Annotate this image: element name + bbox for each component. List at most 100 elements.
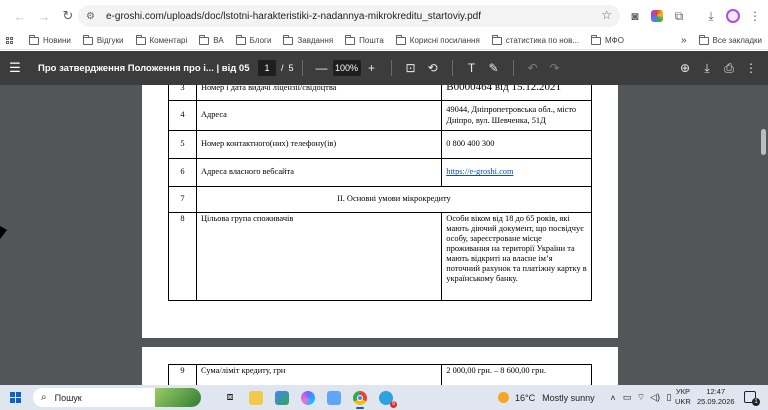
folder-icon (591, 34, 602, 45)
folder-icon (135, 34, 146, 45)
pdf-more-icon[interactable]: ⋮ (740, 61, 762, 75)
row-label: Адреса власного вебсайта (195, 158, 443, 187)
profile-icon[interactable] (722, 4, 744, 28)
fit-page-icon[interactable]: ⊡ (400, 61, 422, 75)
toolbar-divider (451, 60, 453, 76)
conditions-table: 9 Сума/ліміт кредиту, грн 2 000,00 грн. … (168, 364, 592, 385)
folder-icon (283, 34, 294, 45)
all-bookmarks-folder[interactable]: Все закладки (693, 32, 768, 50)
pdf-viewer[interactable]: 3 Номер і дата видачі ліцензії/свідоцтва… (0, 85, 768, 385)
zoom-out-button[interactable]: — (311, 61, 333, 75)
zoom-in-button[interactable]: + (361, 61, 383, 75)
row-number: 5 (168, 130, 197, 159)
network-icon[interactable]: ⌔ (634, 392, 648, 403)
tray-app-icon[interactable]: ▭ (620, 392, 634, 403)
section-heading: ІІ. Основні умови мікрокредиту (195, 186, 593, 213)
row-value: В0000464 від 15.12.2021 (441, 85, 592, 101)
pdf-page: 3 Номер і дата видачі ліцензії/свідоцтва… (142, 85, 618, 338)
camera-icon[interactable]: ◙ (624, 4, 646, 28)
row-value: 49044, Дніпропетровська обл., місто Дніп… (441, 100, 592, 131)
redo-icon[interactable]: ↷ (544, 61, 566, 75)
omnibox[interactable]: ⚙ e-groshi.com/uploads/doc/lstotni-harak… (78, 5, 620, 27)
file-explorer-icon[interactable] (245, 387, 267, 409)
back-icon[interactable]: ← (8, 4, 32, 28)
table-row: 3 Номер і дата видачі ліцензії/свідоцтва… (168, 85, 592, 101)
pdf-toolbar: ☰ Про затвердження Положення про і... | … (0, 51, 768, 85)
bookmark-folder[interactable]: Коментарі (130, 32, 194, 50)
bookmark-folder[interactable]: Новини (23, 32, 77, 50)
row-label: Номер контактного(них) телефону(ів) (195, 130, 443, 159)
folder-icon (491, 34, 502, 45)
puzzle-icon[interactable]: ⧉ (668, 4, 690, 28)
task-view-icon[interactable]: ⧈ (219, 387, 241, 409)
bookmark-folder[interactable]: МФО (585, 32, 630, 50)
row-value: 2 000,00 грн. – 8 600,00 грн. (441, 364, 592, 385)
extension-icon[interactable] (646, 4, 668, 28)
site-info-icon[interactable]: ⚙ (86, 11, 100, 22)
hamburger-menu-icon[interactable]: ☰ (0, 60, 30, 76)
draw-icon[interactable]: ✎ (483, 61, 505, 75)
add-to-drive-icon[interactable]: ⊕ (674, 61, 696, 75)
folder-icon (82, 34, 93, 45)
forward-icon[interactable]: → (32, 4, 56, 28)
bookmark-folder[interactable]: Блоги (230, 32, 278, 50)
row-value: Особи віком від 18 до 65 років, які мают… (441, 212, 592, 301)
bookmark-folder[interactable]: ВА (193, 32, 229, 50)
table-row: 4 Адреса 49044, Дніпропетровська обл., м… (168, 100, 592, 131)
system-tray: ˄ ▭ ⌔ ◁) ▯ (606, 385, 676, 410)
zoom-input[interactable]: 100% (332, 60, 361, 76)
battery-icon[interactable]: ▯ (662, 392, 676, 403)
scrollbar-thumb[interactable] (761, 129, 766, 155)
rotate-icon[interactable]: ⟲ (422, 61, 444, 75)
telegram-badge: 9 (389, 400, 397, 408)
notifications-icon[interactable]: 1 (744, 391, 760, 406)
weather-widget[interactable]: 16°C Mostly sunny (498, 385, 595, 410)
row-number: 6 (168, 158, 197, 187)
speaker-icon[interactable]: ◁) (648, 392, 662, 403)
menu-dots-icon[interactable]: ⋮ (744, 4, 766, 28)
reload-icon[interactable]: ↻ (56, 4, 80, 28)
url-text[interactable]: e-groshi.com/uploads/doc/lstotni-harakte… (106, 11, 481, 22)
row-number: 3 (168, 85, 197, 101)
row-number: 4 (168, 100, 197, 131)
clock[interactable]: 12:47 25.09.2026 (697, 387, 735, 407)
row-number: 8 (168, 212, 197, 301)
bookmarks-overflow-button[interactable]: » (675, 32, 693, 50)
taskbar-search-box[interactable]: ⌕ Пошук (33, 388, 201, 407)
undo-icon[interactable]: ↶ (522, 61, 544, 75)
notification-count: 1 (752, 398, 760, 406)
page-total: 5 (288, 63, 294, 73)
table-row: 7 ІІ. Основні умови мікрокредиту (168, 186, 593, 213)
clock-date: 25.09.2026 (697, 397, 735, 406)
page-number-input[interactable]: 1 (258, 60, 276, 76)
windows-start-icon[interactable] (10, 392, 21, 403)
table-row: 8 Цільова група споживачів Особи віком в… (168, 212, 592, 301)
telegram-icon[interactable]: 9 (375, 387, 397, 409)
bookmark-folder[interactable]: Пошта (339, 32, 390, 50)
bookmark-star-icon[interactable]: ☆ (601, 8, 612, 22)
language-indicator[interactable]: УКР UKR (675, 387, 691, 407)
apps-icon[interactable] (6, 37, 13, 44)
toolbar-divider (512, 60, 514, 76)
table-row: 5 Номер контактного(них) телефону(ів) 0 … (168, 130, 592, 159)
website-link[interactable]: https://e-groshi.com (446, 167, 513, 176)
store-icon[interactable] (271, 387, 293, 409)
pdf-page: 9 Сума/ліміт кредиту, грн 2 000,00 грн. … (142, 347, 618, 385)
bookmark-folder[interactable]: Корисні посилання (390, 32, 486, 50)
bookmark-folder[interactable]: Відгуки (77, 32, 130, 50)
print-icon[interactable]: ⎙ (718, 61, 740, 76)
download-icon[interactable]: ⤓ (700, 4, 722, 28)
folder-icon (29, 34, 39, 45)
text-annotate-icon[interactable]: T (461, 61, 483, 75)
bookmark-folder[interactable]: статистика по нов... (486, 32, 585, 50)
bookmark-folder[interactable]: Завдання (277, 32, 339, 50)
notepad-icon[interactable] (323, 387, 345, 409)
folder-icon (698, 34, 709, 45)
sun-icon (498, 392, 509, 403)
copilot-icon[interactable] (297, 387, 319, 409)
chrome-taskbar-icon[interactable] (349, 387, 371, 409)
clock-time: 12:47 (706, 387, 726, 396)
address-bar-row: ← → ↻ ⚙ e-groshi.com/uploads/doc/lstotni… (0, 0, 768, 32)
pdf-download-icon[interactable]: ⤓ (696, 61, 718, 76)
tray-chevron-icon[interactable]: ˄ (606, 393, 620, 403)
